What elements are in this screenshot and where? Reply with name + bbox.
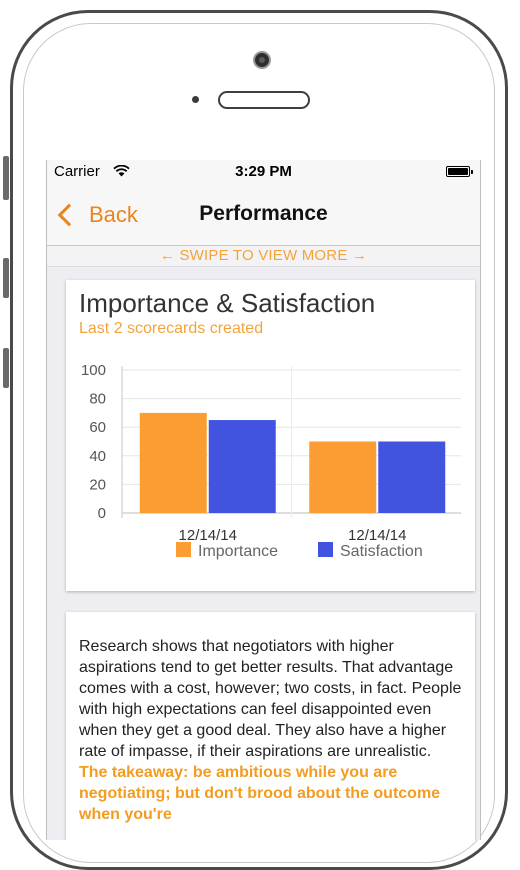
earpiece-speaker: [218, 91, 310, 109]
arrow-right-icon: →: [351, 247, 368, 264]
insight-text: Research shows that negotiators with hig…: [79, 636, 464, 825]
volume-down-button: [3, 348, 9, 388]
chart-card: Importance & Satisfaction Last 2 scoreca…: [66, 280, 475, 591]
navigation-bar: Back Performance: [47, 184, 480, 246]
y-tick-label: 100: [81, 362, 106, 379]
y-tick-label: 80: [89, 391, 106, 408]
bar-importance: [139, 412, 207, 513]
insight-body: Research shows that negotiators with hig…: [79, 638, 462, 760]
proximity-sensor: [192, 96, 199, 103]
y-tick-label: 60: [89, 419, 106, 436]
volume-up-button: [3, 258, 9, 298]
bar-satisfaction: [378, 441, 446, 513]
chart-subtitle: Last 2 scorecards created: [79, 320, 264, 337]
x-tick-label: 12/14/14: [348, 527, 406, 544]
bar-chart: 02040608010012/14/14 12/14/14Importance Sa…: [81, 362, 461, 560]
y-tick-label: 40: [89, 448, 106, 465]
y-tick-label: 20: [89, 476, 106, 493]
front-camera: [253, 51, 271, 69]
legend-label-importance: Importance: [198, 543, 278, 560]
mute-switch: [3, 156, 9, 200]
arrow-left-icon: ←: [159, 247, 176, 264]
bar-satisfaction: [208, 420, 276, 513]
insight-highlight: The takeaway: be ambitious while you are…: [79, 764, 441, 823]
bar-importance: [309, 441, 377, 513]
x-tick-label: 12/14/14: [179, 527, 237, 544]
text-card: Research shows that negotiators with hig…: [66, 612, 475, 840]
legend-swatch-importance: [176, 542, 191, 557]
app-screen: Carrier 3:29 PM Back Performance ← SWIPE…: [46, 160, 481, 840]
chart-title: Importance & Satisfaction: [79, 288, 376, 318]
battery-icon: [446, 166, 473, 177]
legend-label-satisfaction: Satisfaction: [340, 543, 423, 560]
page-title: Performance: [199, 202, 328, 225]
status-bar: Carrier 3:29 PM: [47, 160, 480, 184]
y-tick-label: 0: [98, 505, 106, 522]
legend-swatch-satisfaction: [318, 542, 333, 557]
swipe-hint[interactable]: ← SWIPE TO VIEW MORE →: [47, 246, 480, 267]
status-time: 3:29 PM: [235, 163, 292, 180]
swipe-hint-label: SWIPE TO VIEW MORE: [179, 247, 348, 264]
